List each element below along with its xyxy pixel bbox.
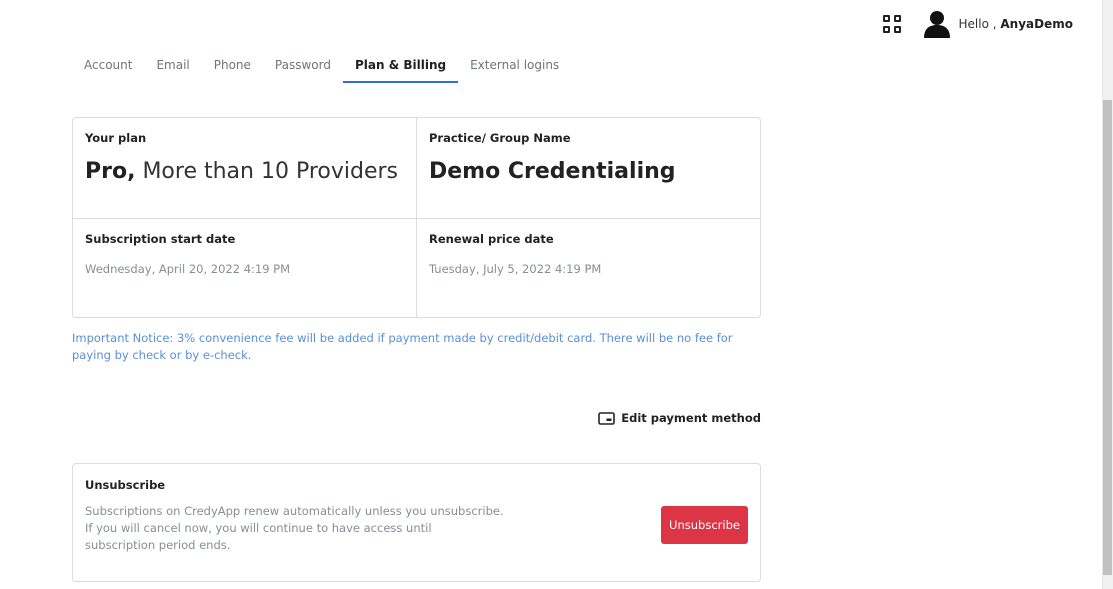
- renewal-label: Renewal price date: [429, 232, 554, 246]
- tab-email[interactable]: Email: [144, 54, 201, 83]
- apps-grid-icon[interactable]: [882, 15, 901, 33]
- group-cell: Practice/ Group Name Demo Credentialing: [416, 118, 760, 218]
- renewal-date: Tuesday, July 5, 2022 4:19 PM: [429, 262, 602, 276]
- tab-phone[interactable]: Phone: [202, 54, 263, 83]
- plan-description: More than 10 Providers: [142, 159, 398, 184]
- tab-external-logins[interactable]: External logins: [458, 54, 571, 83]
- renewal-cell: Renewal price date Tuesday, July 5, 2022…: [416, 218, 760, 317]
- fee-notice: Important Notice: 3% convenience fee wil…: [72, 331, 733, 362]
- subscription-start-date: Wednesday, April 20, 2022 4:19 PM: [85, 262, 291, 276]
- credit-card-icon: [598, 411, 616, 425]
- plan-value: Pro, More than 10 Providers: [85, 159, 404, 184]
- username: AnyaDemo: [1000, 17, 1073, 31]
- scrollbar[interactable]: [1102, 0, 1113, 589]
- user-avatar-icon[interactable]: [923, 10, 951, 38]
- unsubscribe-card: Unsubscribe Subscriptions on CredyApp re…: [72, 463, 761, 582]
- unsubscribe-line-1: Subscriptions on CredyApp renew automati…: [85, 504, 504, 518]
- tab-account[interactable]: Account: [72, 54, 144, 83]
- plan-label: Your plan: [85, 131, 147, 145]
- group-label: Practice/ Group Name: [429, 131, 571, 145]
- settings-tabs: Account Email Phone Password Plan & Bill…: [72, 54, 571, 83]
- unsubscribe-line-2: If you will cancel now, you will continu…: [85, 521, 432, 535]
- unsubscribe-description: Subscriptions on CredyApp renew automati…: [85, 503, 505, 554]
- unsubscribe-line-3: subscription period ends.: [85, 538, 231, 552]
- subscription-start-cell: Subscription start date Wednesday, April…: [73, 218, 416, 317]
- scrollbar-thumb[interactable]: [1103, 100, 1112, 575]
- edit-payment-label: Edit payment method: [621, 411, 761, 425]
- edit-payment-method-link[interactable]: Edit payment method: [598, 411, 761, 425]
- user-header: Hello , AnyaDemo: [882, 10, 1073, 38]
- unsubscribe-title: Unsubscribe: [85, 478, 166, 492]
- subscription-start-label: Subscription start date: [85, 232, 236, 246]
- tab-plan-billing[interactable]: Plan & Billing: [342, 54, 459, 83]
- plan-tier: Pro,: [85, 159, 136, 184]
- user-greeting[interactable]: Hello , AnyaDemo: [959, 17, 1073, 31]
- unsubscribe-button[interactable]: Unsubscribe: [661, 506, 748, 544]
- greeting-text: Hello ,: [958, 17, 997, 31]
- group-name: Demo Credentialing: [429, 159, 676, 184]
- plan-cell: Your plan Pro, More than 10 Providers: [73, 118, 416, 218]
- tab-password[interactable]: Password: [263, 54, 343, 83]
- plan-details-card: Your plan Pro, More than 10 Providers Pr…: [72, 117, 761, 318]
